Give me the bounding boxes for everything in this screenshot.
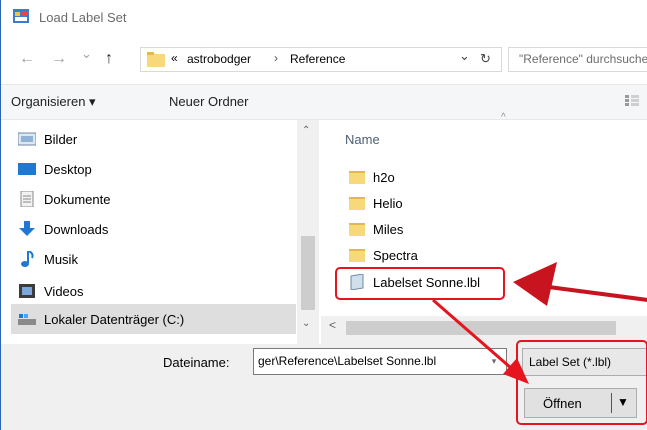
annotation-arrows bbox=[432, 262, 647, 384]
load-label-set-dialog: Load Label Set ← → ⌄ ↑ « astrobodger › R… bbox=[0, 0, 647, 430]
